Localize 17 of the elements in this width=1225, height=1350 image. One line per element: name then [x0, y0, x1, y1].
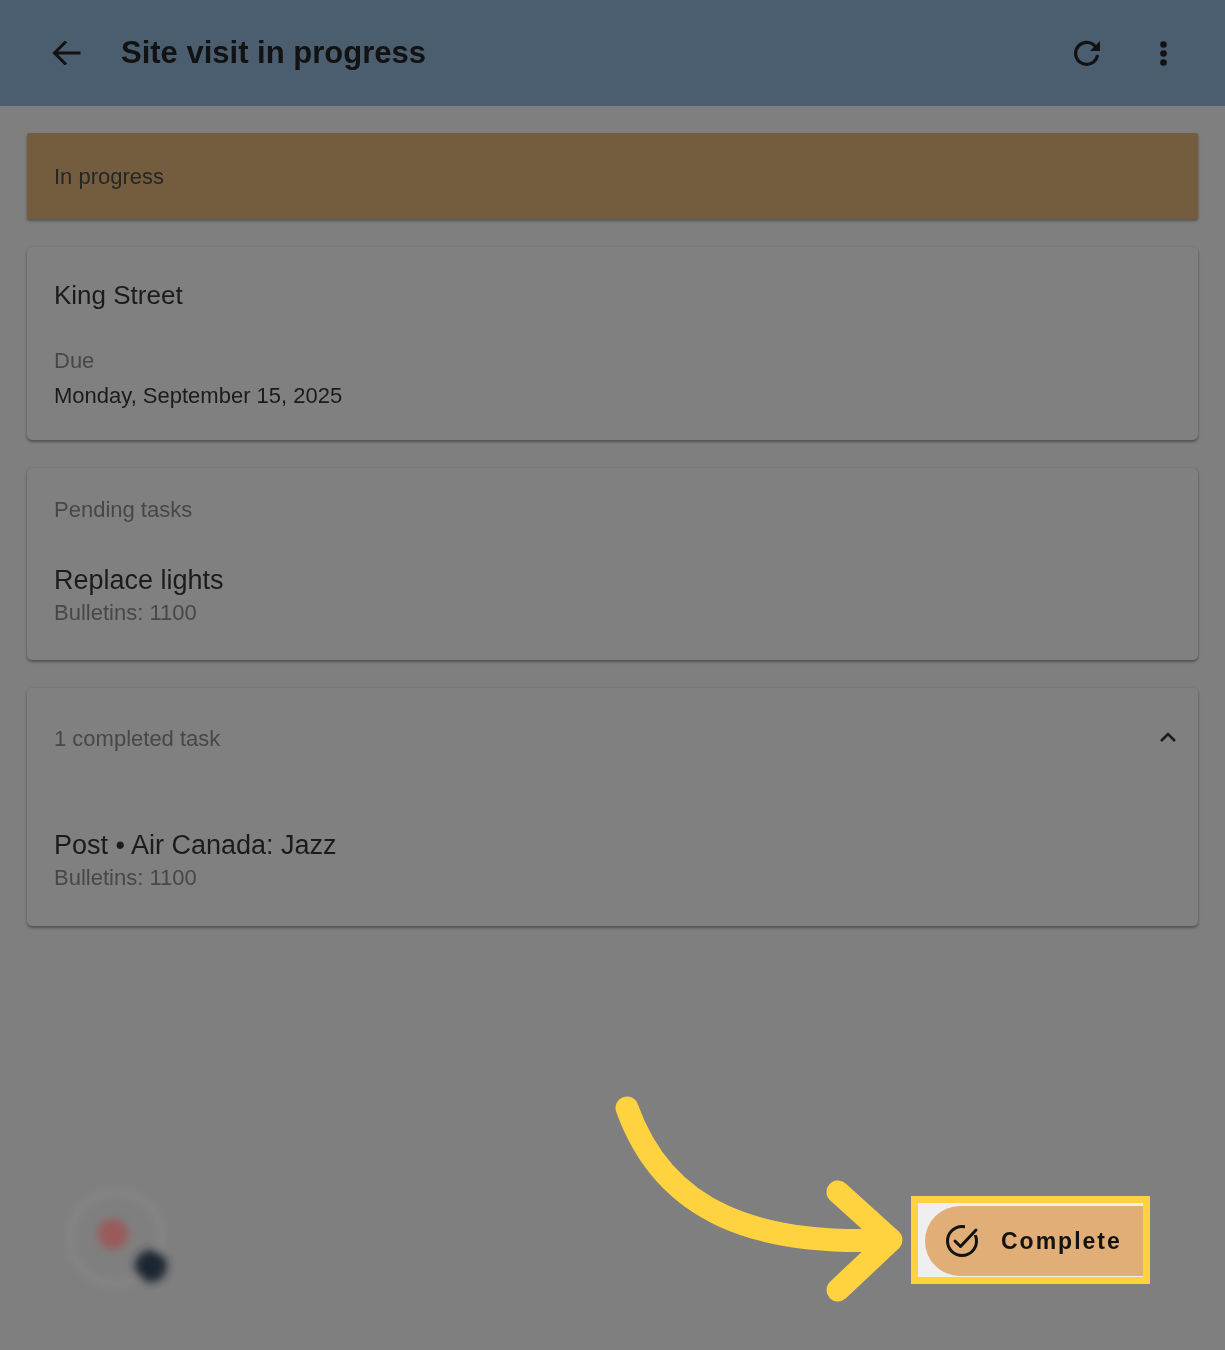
- more-options-icon[interactable]: [1160, 40, 1167, 66]
- task-subtitle: Bulletins: 1100: [54, 864, 197, 892]
- site-name: King Street: [54, 279, 183, 312]
- chevron-up-icon[interactable]: [1159, 731, 1177, 743]
- section-heading: 1 completed task: [54, 725, 221, 753]
- page-title: Site visit in progress: [121, 33, 426, 72]
- due-date: Monday, September 15, 2025: [54, 382, 343, 410]
- check-circle-icon: [945, 1224, 979, 1258]
- status-text: In progress: [54, 162, 165, 191]
- task-title: Post • Air Canada: Jazz: [54, 829, 337, 862]
- complete-button[interactable]: Complete: [925, 1206, 1143, 1276]
- task-title: Replace lights: [54, 564, 224, 597]
- refresh-icon[interactable]: [1074, 39, 1102, 67]
- task-subtitle: Bulletins: 1100: [54, 599, 197, 627]
- due-label: Due: [54, 347, 95, 375]
- section-heading: Pending tasks: [54, 496, 193, 524]
- back-arrow-icon[interactable]: [52, 41, 81, 65]
